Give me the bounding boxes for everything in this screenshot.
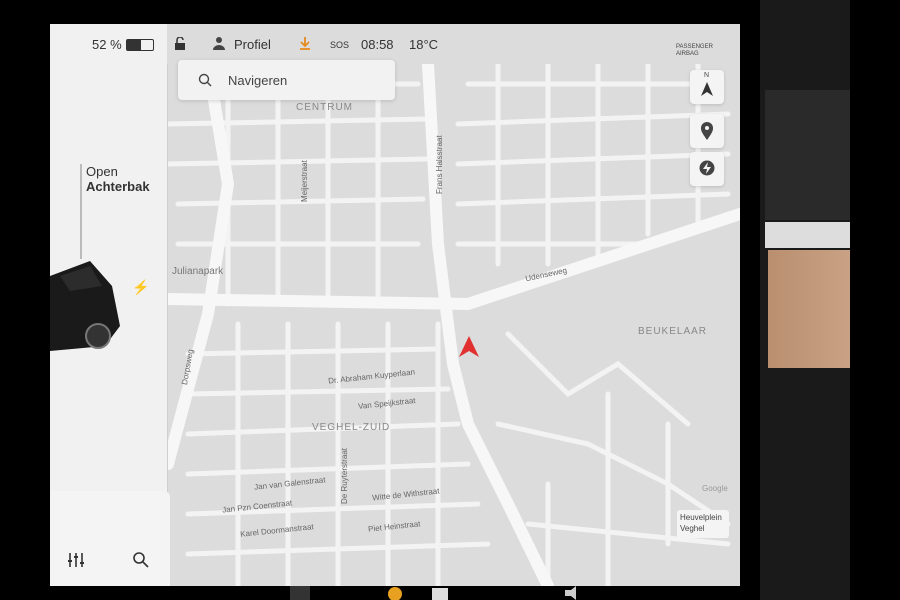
place-card-city: Veghel bbox=[680, 524, 705, 533]
dock-app-icon[interactable] bbox=[290, 586, 310, 600]
trunk-indicator bbox=[80, 164, 82, 259]
profile-label[interactable]: Profiel bbox=[234, 37, 271, 52]
temperature: 18°C bbox=[409, 37, 439, 52]
dock-app-icon[interactable] bbox=[432, 588, 448, 600]
vent bbox=[765, 90, 850, 220]
car-image bbox=[50, 261, 120, 351]
map-label-julianapark: Julianapark bbox=[172, 266, 224, 277]
compass-label: N bbox=[704, 72, 710, 79]
trunk-label-achterbak: Achterbak bbox=[86, 179, 150, 194]
map-label-veghel-zuid: VEGHEL-ZUID bbox=[312, 422, 391, 433]
status-bar: 52 % Profiel SOS 08:58 18°C PASSENGER AI… bbox=[50, 24, 740, 64]
navigation-search-input[interactable]: Navigeren bbox=[178, 60, 395, 100]
panel-divider bbox=[167, 64, 168, 524]
lightning-icon bbox=[699, 160, 715, 176]
battery-fill bbox=[127, 40, 141, 50]
lock-icon[interactable] bbox=[173, 37, 187, 51]
touchscreen: CENTRUM Frans Halsstraat Julianapark Ude… bbox=[50, 24, 740, 586]
compass-button[interactable]: N bbox=[690, 70, 724, 104]
wood-trim bbox=[768, 250, 850, 368]
trunk-label-open: Open bbox=[86, 164, 118, 179]
dock-app-icon[interactable] bbox=[388, 587, 402, 600]
dock bbox=[290, 586, 576, 600]
controls-sliders-icon[interactable] bbox=[66, 551, 86, 569]
google-logo: Google bbox=[702, 484, 728, 493]
superchargers-button[interactable] bbox=[690, 152, 724, 186]
profile-icon[interactable] bbox=[212, 36, 226, 50]
map-label-meijerstraat: Meijerstraat bbox=[300, 160, 309, 202]
map-label-centrum: CENTRUM bbox=[296, 102, 353, 113]
map-label-de-ruyterstraat: De Ruyterstraat bbox=[340, 447, 349, 504]
passenger-airbag-indicator: PASSENGER AIRBAG bbox=[676, 44, 713, 58]
clock: 08:58 bbox=[361, 37, 394, 52]
airbag-line-2: AIRBAG bbox=[676, 51, 699, 57]
map-pin-icon bbox=[701, 122, 713, 140]
search-icon bbox=[198, 73, 212, 87]
open-trunk-button[interactable]: Open Achterbak bbox=[86, 164, 150, 194]
place-card-name: Heuvelplein bbox=[680, 513, 722, 522]
airbag-line-1: PASSENGER bbox=[676, 44, 713, 50]
sos-icon[interactable]: SOS bbox=[330, 40, 349, 50]
compass-icon bbox=[701, 82, 713, 96]
battery-icon bbox=[126, 39, 154, 51]
search-placeholder: Navigeren bbox=[228, 73, 288, 88]
volume-icon[interactable] bbox=[565, 586, 576, 600]
search-icon[interactable] bbox=[132, 551, 150, 569]
map-label-beukelaar: BEUKELAAR bbox=[638, 326, 708, 337]
pin-button[interactable] bbox=[690, 114, 724, 148]
bottom-controls bbox=[50, 491, 170, 586]
charging-icon: ⚡ bbox=[132, 279, 150, 295]
map-label-frans-halsstraat: Frans Halsstraat bbox=[435, 135, 444, 194]
trim-strip bbox=[765, 222, 850, 248]
place-card[interactable]: Heuvelplein Veghel bbox=[677, 510, 729, 538]
download-icon[interactable] bbox=[298, 36, 312, 50]
battery-percent: 52 % bbox=[92, 37, 122, 52]
